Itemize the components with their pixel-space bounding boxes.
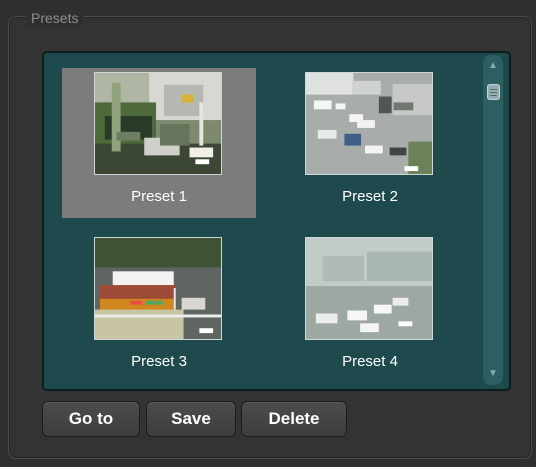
preset-scrollbar[interactable]: ▲ ▼ [483, 55, 503, 385]
scrollbar-thumb[interactable] [487, 84, 500, 100]
grip-line-icon [490, 89, 497, 90]
delete-button[interactable]: Delete [241, 401, 347, 437]
preset-item-1[interactable]: Preset 1 [62, 68, 256, 218]
preset-2-label: Preset 2 [342, 188, 398, 205]
preset-grid: Preset 1 Preset 2 Preset 3 Preset 4 ▲ ▼ [42, 51, 511, 391]
preset-2-thumbnail [305, 72, 433, 175]
chevron-up-icon[interactable]: ▲ [485, 57, 501, 75]
preset-item-2[interactable]: Preset 2 [273, 68, 467, 218]
preset-item-4[interactable]: Preset 4 [273, 233, 467, 383]
preset-window: Presets Preset 1 Preset 2 Preset 3 Prese… [0, 0, 536, 467]
preset-3-thumbnail [94, 237, 222, 340]
save-button[interactable]: Save [146, 401, 236, 437]
grip-line-icon [490, 92, 497, 93]
go-to-button[interactable]: Go to [42, 401, 140, 437]
preset-actions: Go to Save Delete [42, 401, 352, 439]
presets-group-title: Presets [26, 10, 84, 26]
chevron-down-icon[interactable]: ▼ [485, 365, 501, 383]
preset-4-label: Preset 4 [342, 353, 398, 370]
preset-4-thumbnail [305, 237, 433, 340]
preset-3-label: Preset 3 [131, 353, 187, 370]
preset-1-thumbnail [94, 72, 222, 175]
preset-item-3[interactable]: Preset 3 [62, 233, 256, 383]
preset-1-label: Preset 1 [131, 188, 187, 205]
grip-line-icon [490, 95, 497, 96]
